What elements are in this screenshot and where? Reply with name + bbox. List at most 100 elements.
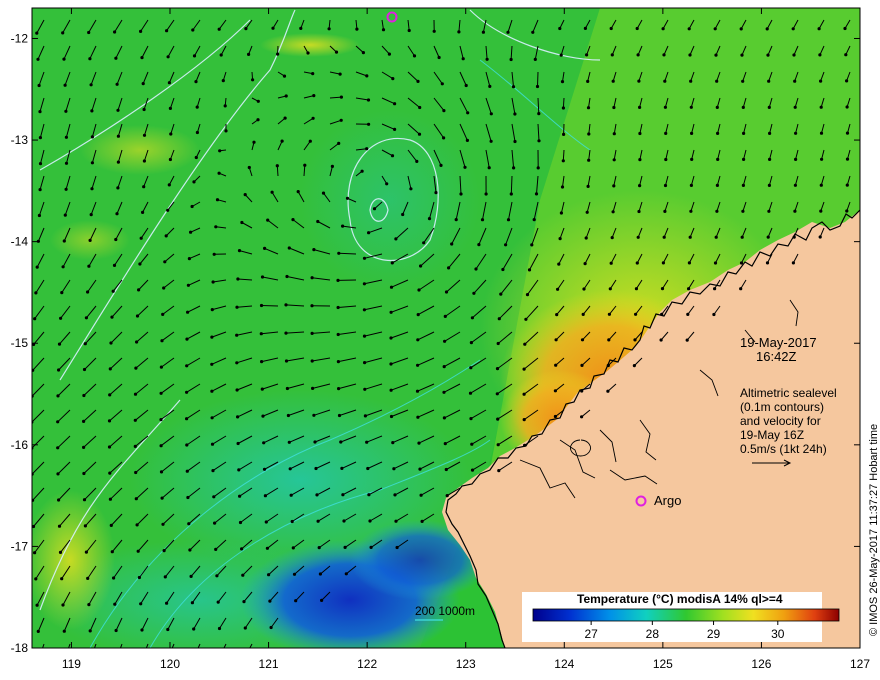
velocity-arrow-head xyxy=(134,470,138,475)
velocity-arrow-head xyxy=(82,498,87,502)
velocity-arrow-head xyxy=(739,261,744,265)
velocity-arrow-head xyxy=(270,190,274,194)
velocity-arrow-head xyxy=(185,469,189,473)
velocity-arrow-head xyxy=(484,192,488,196)
velocity-arrow-head xyxy=(443,314,447,318)
velocity-arrow-head xyxy=(765,261,770,265)
velocity-arrow-head xyxy=(554,338,558,342)
velocity-arrow-head xyxy=(415,389,420,393)
velocity-arrow-head xyxy=(742,157,746,161)
annotation-line-1: Altimetric sealevel xyxy=(740,386,837,400)
velocity-arrow-head xyxy=(612,132,616,136)
velocity-arrow-head xyxy=(339,95,343,99)
velocity-arrow-head xyxy=(767,105,771,109)
velocity-arrow-head xyxy=(793,79,797,83)
velocity-arrow-head xyxy=(416,415,420,419)
velocity-arrow-head xyxy=(185,337,189,341)
velocity-arrow xyxy=(338,252,357,255)
velocity-arrow-head xyxy=(189,230,193,234)
velocity-arrow-head xyxy=(612,184,616,188)
velocity-arrow xyxy=(537,71,539,87)
lat-tick-label: -12 xyxy=(11,31,29,45)
velocity-arrow-head xyxy=(311,386,315,390)
velocity-arrow-head xyxy=(56,472,60,476)
velocity-arrow-head xyxy=(477,243,481,247)
velocity-arrow-head xyxy=(660,312,664,316)
velocity-arrow-head xyxy=(137,575,141,580)
velocity-arrow-head xyxy=(243,626,247,630)
velocity-arrow-head xyxy=(513,139,517,144)
velocity-arrow-head xyxy=(185,443,189,447)
velocity-arrow-head xyxy=(464,83,468,88)
velocity-arrow-head xyxy=(716,131,720,135)
velocity-arrow-head xyxy=(443,442,447,446)
velocity-arrow-head xyxy=(133,392,138,396)
velocity-arrow-head xyxy=(497,317,501,321)
velocity-arrow-head xyxy=(135,340,139,344)
velocity-arrow-head xyxy=(64,161,69,165)
velocity-arrow-head xyxy=(489,139,493,143)
velocity-arrow-head xyxy=(390,261,394,265)
velocity-arrow-head xyxy=(256,99,260,103)
velocity-arrow-head xyxy=(416,363,420,367)
velocity-arrow-head xyxy=(341,224,345,228)
velocity-arrow-head xyxy=(741,79,745,83)
velocity-arrow-head xyxy=(586,184,590,188)
velocity-arrow-head xyxy=(162,549,166,553)
lon-tick-label: 126 xyxy=(751,657,771,671)
velocity-arrow-head xyxy=(369,545,373,550)
velocity-arrow-head xyxy=(64,187,68,191)
velocity-arrow-head xyxy=(522,418,526,422)
velocity-arrow-head xyxy=(606,363,610,368)
velocity-arrow-head xyxy=(159,391,163,395)
velocity-arrow-head xyxy=(194,80,198,84)
velocity-arrow-head xyxy=(187,522,191,526)
velocity-arrow-head xyxy=(580,363,584,367)
velocity-arrow-head xyxy=(393,102,397,106)
velocity-arrow-head xyxy=(561,106,566,110)
velocity-arrow-head xyxy=(416,338,420,342)
velocity-arrow-head xyxy=(362,256,367,260)
velocity-arrow-head xyxy=(637,79,641,83)
velocity-arrow-head xyxy=(434,191,438,195)
velocity-arrow-head xyxy=(142,159,146,163)
velocity-arrow-head xyxy=(481,30,485,34)
velocity-arrow-head xyxy=(741,183,746,187)
velocity-arrow-head xyxy=(715,209,719,213)
lat-tick-label: -13 xyxy=(11,133,29,147)
velocity-arrow-head xyxy=(586,106,591,110)
velocity-arrow-head xyxy=(291,546,295,550)
velocity-arrow-head xyxy=(88,629,92,633)
velocity-arrow-head xyxy=(108,393,112,397)
velocity-arrow-head xyxy=(341,493,345,497)
velocity-arrow-head xyxy=(395,545,399,550)
velocity-arrow-head xyxy=(116,160,120,164)
velocity-arrow-head xyxy=(90,161,94,165)
velocity-arrow-head xyxy=(495,367,500,371)
velocity-arrow-head xyxy=(260,387,264,391)
velocity-arrow-head xyxy=(107,419,112,423)
velocity-arrow-head xyxy=(845,79,849,83)
velocity-arrow-head xyxy=(134,497,138,501)
velocity-arrow-head xyxy=(365,440,369,444)
velocity-arrow-head xyxy=(259,303,264,308)
velocity-arrow-head xyxy=(469,417,473,421)
velocity-arrow-head xyxy=(56,420,60,424)
colorbar-tick-label: 27 xyxy=(584,627,598,641)
velocity-arrow-head xyxy=(439,163,443,167)
velocity-arrow-head xyxy=(185,390,189,394)
velocity-arrow-head xyxy=(560,80,565,84)
colorbar-tick-label: 30 xyxy=(771,627,785,641)
velocity-arrow-head xyxy=(314,466,318,471)
velocity-arrow-head xyxy=(217,27,221,31)
velocity-arrow-head xyxy=(186,310,190,314)
velocity-arrow-head xyxy=(114,56,118,60)
velocity-arrow-head xyxy=(89,213,93,217)
velocity-arrow-head xyxy=(141,655,144,658)
argo-label: Argo xyxy=(654,493,681,508)
velocity-arrow-head xyxy=(660,287,665,291)
velocity-arrow-head xyxy=(163,575,167,579)
velocity-arrow-head xyxy=(412,54,417,58)
velocity-arrow-head xyxy=(186,283,190,287)
velocity-arrow-head xyxy=(767,209,771,213)
